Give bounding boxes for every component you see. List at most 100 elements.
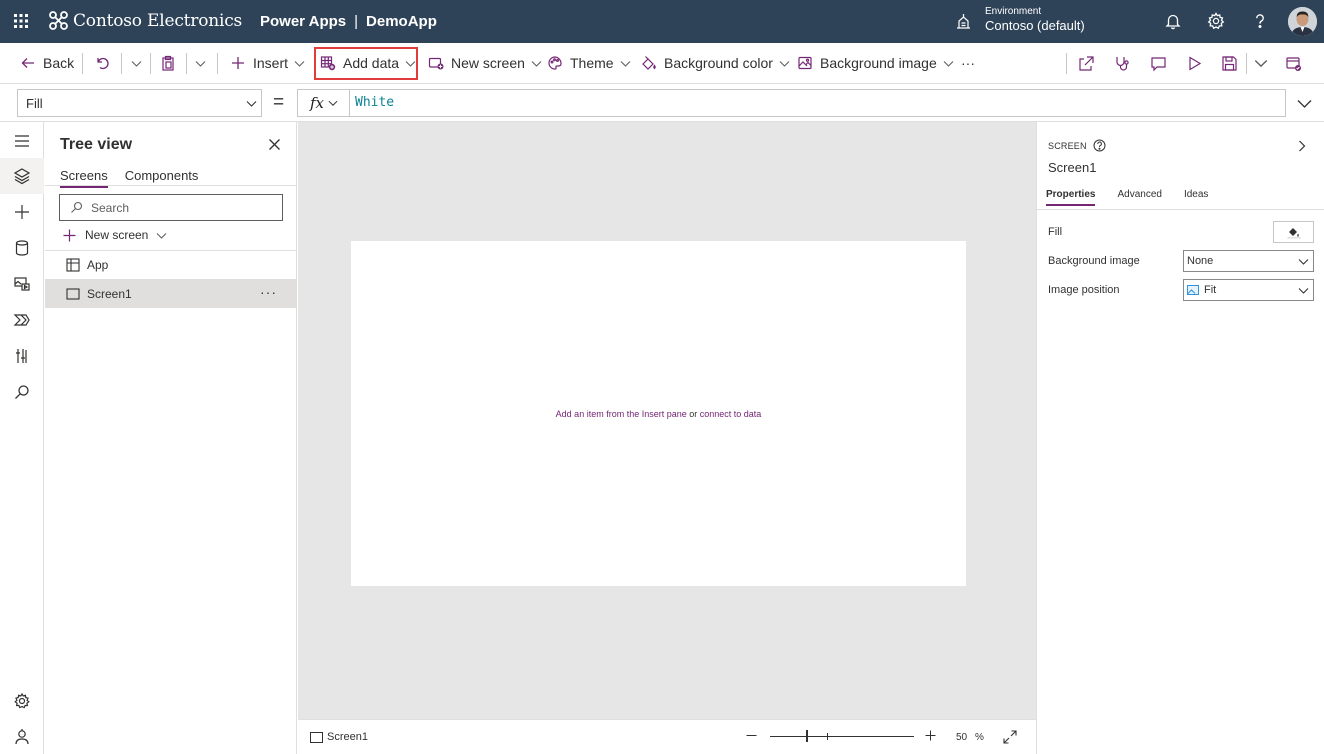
expand-pane-chevron-right-icon[interactable] [1296,140,1308,152]
virtual-agent-icon[interactable] [13,728,31,746]
search-placeholder: Search [91,200,130,215]
tree-item-label: App [87,258,109,272]
background-image-button[interactable]: Background image [797,43,954,83]
new-screen-button[interactable]: New screen [428,43,542,83]
more-commands-button[interactable]: ··· [961,43,975,83]
zoom-value[interactable]: 50 [956,732,967,743]
zoom-in-plus-icon[interactable] [925,730,936,741]
zoom-slider-thumb[interactable] [806,730,808,742]
insert-pane-link[interactable]: Add an item from the Insert pane [556,409,687,419]
undo-button[interactable] [95,43,118,83]
app-header: Contoso Electronics Power Apps | DemoApp E… [0,0,1324,43]
bell-icon[interactable] [1164,12,1182,30]
power-automate-icon[interactable] [13,311,31,329]
insert-button[interactable]: Insert [230,43,305,83]
environment-name[interactable]: Contoso (default) [985,18,1085,33]
zoom-out-minus-icon[interactable] [746,730,757,741]
chevron-down-icon [943,58,954,69]
paint-bucket-icon [1287,228,1301,239]
expand-formula-chevron-down-icon[interactable] [1296,95,1313,112]
hamburger-menu-icon[interactable] [13,132,31,150]
toolbar-divider [1066,53,1067,74]
tree-view-layers-icon[interactable] [13,167,31,185]
fx-label: fx [310,94,325,112]
help-circle-icon[interactable] [1093,139,1106,152]
chevron-down-icon [531,58,542,69]
theme-label: Theme [570,55,614,71]
screen-icon [310,731,323,743]
tab-divider [1037,209,1324,210]
property-dropdown[interactable]: Fill [17,89,262,117]
search-icon[interactable] [13,383,31,401]
environment-icon[interactable] [955,13,972,30]
advanced-tools-icon[interactable] [13,347,31,365]
formula-input[interactable]: White [350,89,1286,117]
chevron-down-icon [1298,256,1309,267]
back-button[interactable]: Back [20,43,74,83]
background-image-dropdown[interactable]: None [1183,250,1314,272]
current-screen-selector[interactable]: Screen1 [310,731,368,743]
control-name[interactable]: Screen1 [1048,160,1096,175]
app-title: Power Apps | DemoApp [260,13,437,30]
new-screen-label: New screen [451,55,525,71]
undo-menu-button[interactable] [125,43,142,83]
paint-bucket-icon [641,55,657,71]
new-screen-link[interactable]: New screen [63,228,167,242]
tree-item-app[interactable]: App [45,251,297,279]
tab-advanced[interactable]: Advanced [1117,189,1161,206]
waffle-icon[interactable] [13,13,29,29]
fill-color-picker[interactable] [1273,221,1314,243]
help-icon[interactable] [1251,12,1269,30]
chevron-down-icon [328,98,338,108]
share-icon[interactable] [1078,55,1095,72]
connect-data-link[interactable]: connect to data [700,409,762,419]
more-options-button[interactable]: ··· [260,284,277,300]
tree-item-screen1[interactable]: Screen1 ··· [45,280,297,308]
toolbar-divider [82,53,83,74]
insert-plus-icon[interactable] [13,203,31,221]
hint-or: or [686,409,700,419]
save-menu-chevron-down-icon[interactable] [1254,56,1271,73]
settings-gear-icon[interactable] [13,692,31,710]
publish-icon[interactable] [1285,55,1302,72]
screen-icon [66,287,80,301]
app-name[interactable]: DemoApp [366,13,437,30]
add-data-highlight [314,47,418,80]
data-cylinder-icon[interactable] [13,239,31,257]
theme-button[interactable]: Theme [547,43,631,83]
comment-icon[interactable] [1150,55,1167,72]
control-type: SCREEN [1048,139,1106,152]
tree-search-input[interactable]: Search [59,194,283,221]
toolbar-divider [121,53,122,74]
screen-preview[interactable]: Add an item from the Insert pane or conn… [351,241,966,586]
insert-label: Insert [253,55,289,71]
clipboard-icon [160,55,176,71]
properties-pane: SCREEN Screen1 Properties Advanced Ideas… [1036,122,1324,754]
gear-icon[interactable] [1207,12,1225,30]
background-color-label: Background color [664,55,773,71]
user-avatar[interactable] [1288,7,1317,36]
function-button[interactable]: fx [297,89,350,117]
close-icon[interactable] [268,138,281,151]
chevron-down-icon [294,58,305,69]
formula-bar: Fill = fx White [0,84,1324,122]
tab-ideas[interactable]: Ideas [1184,189,1208,206]
play-icon[interactable] [1186,55,1203,72]
paste-button[interactable] [160,43,183,83]
toolbar-divider [186,53,187,74]
current-screen-name: Screen1 [327,731,368,743]
fit-to-window-expand-icon[interactable] [1003,730,1017,744]
undo-icon [95,55,111,71]
background-color-button[interactable]: Background color [641,43,790,83]
paste-menu-button[interactable] [189,43,206,83]
toolbar-divider [217,53,218,74]
save-icon[interactable] [1221,55,1238,72]
background-image-value: None [1187,255,1214,267]
app-checker-icon[interactable] [1114,55,1131,72]
media-icon[interactable] [13,275,31,293]
zoom-slider[interactable] [770,736,914,737]
image-position-dropdown[interactable]: Fit [1183,279,1314,301]
chevron-down-icon [1298,285,1309,296]
tab-properties[interactable]: Properties [1046,189,1096,206]
image-fit-icon [1187,285,1199,295]
